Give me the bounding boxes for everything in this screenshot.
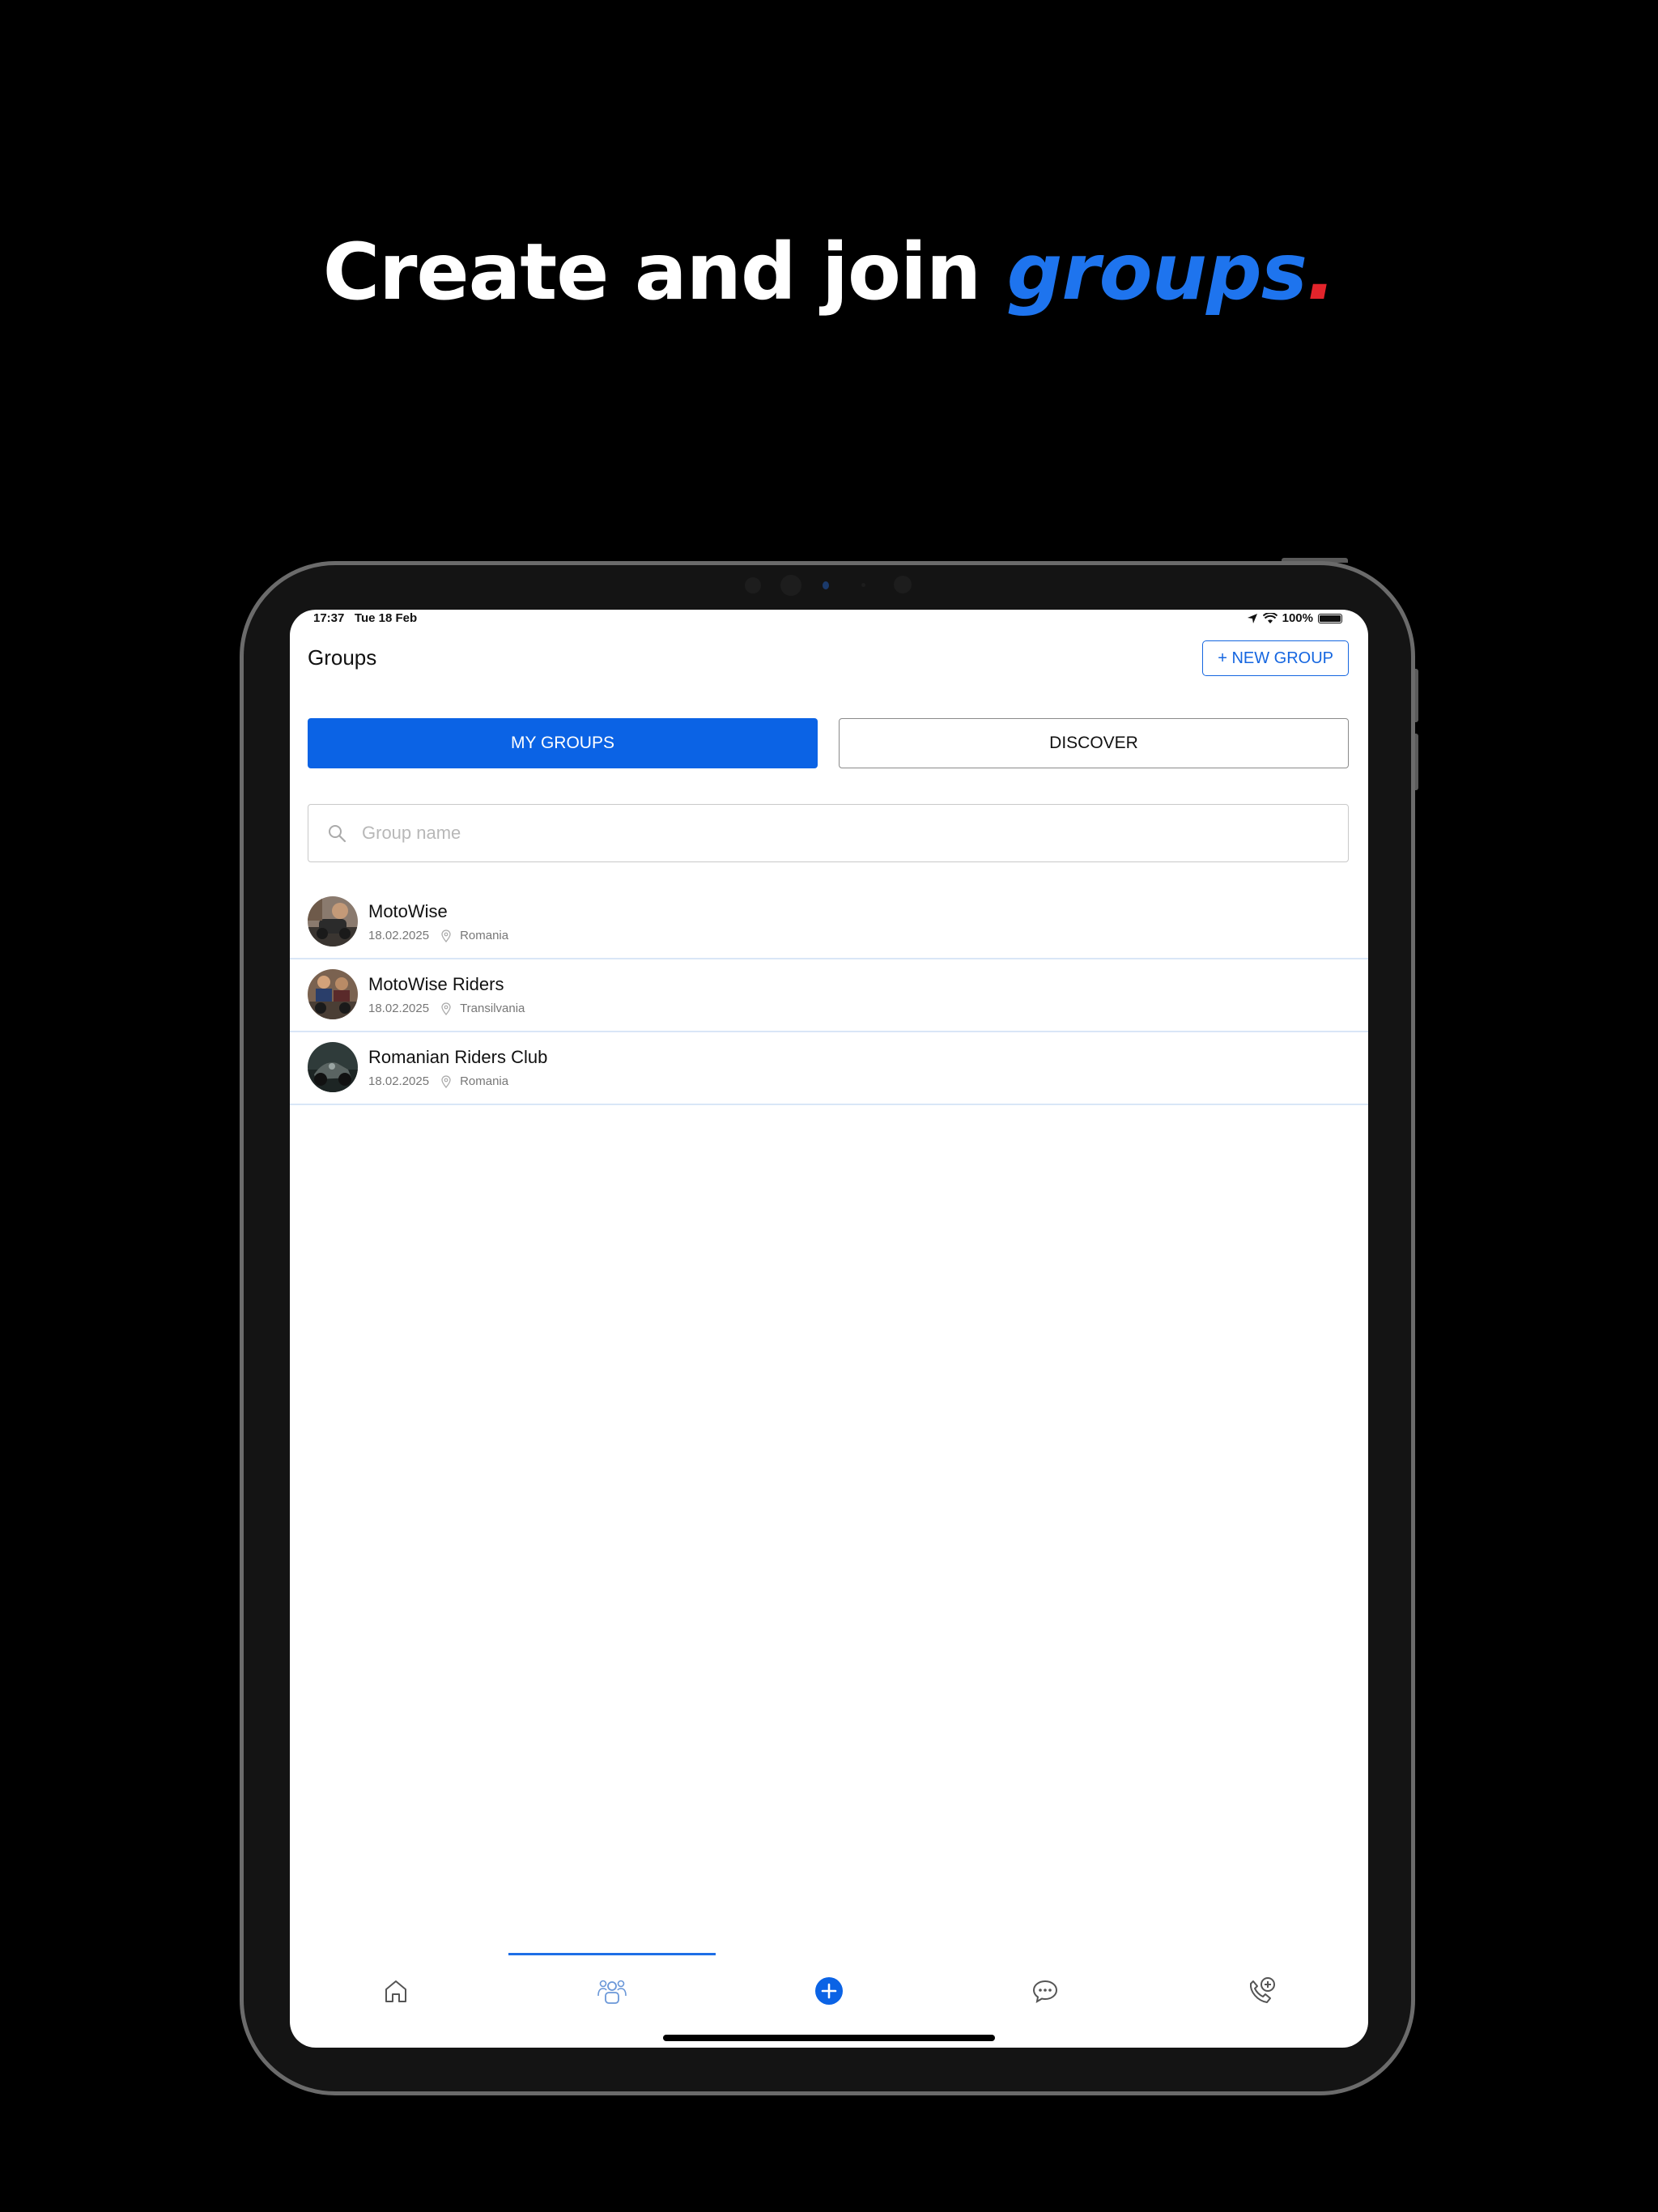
group-avatar [308,969,358,1019]
app-screen: 17:37 Tue 18 Feb 100% Groups + NEW GROUP… [290,610,1368,2048]
nav-emergency[interactable] [1242,1972,1281,2010]
bottom-nav [290,1950,1368,2048]
headline-dot: . [1306,227,1336,317]
home-indicator [663,2035,995,2041]
home-icon [385,1980,406,2002]
group-name: MotoWise [368,901,448,921]
group-avatar [308,896,358,946]
nav-groups[interactable] [593,1972,631,2010]
group-date: 18.02.2025 [368,929,430,942]
camera-bar [745,573,915,598]
group-date: 18.02.2025 [368,1074,430,1088]
group-date: 18.02.2025 [368,1002,430,1015]
group-meta: 18.02.2025 Transilvania [368,1002,525,1015]
battery-icon [1318,613,1342,623]
add-circle-icon [815,1977,843,2005]
group-list: MotoWise 18.02.2025 Romania MotoWise Rid… [290,887,1368,1105]
new-group-button[interactable]: + NEW GROUP [1202,640,1349,676]
headline: Create and join groups. [0,227,1658,317]
chat-icon [1032,1980,1058,2003]
tab-my-groups[interactable]: MY GROUPS [308,718,818,768]
active-tab-indicator [508,1953,716,1955]
search-box[interactable] [308,804,1349,862]
group-avatar [308,1042,358,1092]
headline-accent: groups [1006,227,1307,317]
group-row[interactable]: Romanian Riders Club 18.02.2025 Romania [290,1032,1368,1105]
status-indicators: 100% [1247,611,1342,625]
location-arrow-icon [1247,613,1257,623]
location-pin-icon [441,1002,451,1015]
search-input[interactable] [360,822,1254,844]
emergency-call-icon [1249,1977,1275,2003]
group-row[interactable]: MotoWise 18.02.2025 Romania [290,887,1368,959]
status-bar: 17:37 Tue 18 Feb 100% [290,610,1368,627]
group-location: Transilvania [460,1002,525,1015]
search-icon [329,825,346,843]
location-pin-icon [441,929,451,942]
page-title: Groups [308,645,377,670]
nav-chat[interactable] [1026,1972,1065,2010]
location-pin-icon [441,1074,451,1088]
group-location: Romania [460,929,509,942]
group-meta: 18.02.2025 Romania [368,929,508,942]
group-name: MotoWise Riders [368,974,504,994]
group-row[interactable]: MotoWise Riders 18.02.2025 Transilvania [290,959,1368,1032]
group-location: Romania [460,1074,509,1088]
group-name: Romanian Riders Club [368,1047,548,1067]
status-time: 17:37 Tue 18 Feb [313,611,418,625]
group-meta: 18.02.2025 Romania [368,1074,508,1088]
nav-home[interactable] [376,1972,415,2010]
headline-prefix: Create and join [322,227,1007,317]
wifi-icon [1262,612,1278,623]
groups-icon [597,1980,627,2004]
battery-percent: 100% [1282,611,1313,625]
tab-discover[interactable]: DISCOVER [839,718,1349,768]
nav-add[interactable] [810,1972,848,2010]
